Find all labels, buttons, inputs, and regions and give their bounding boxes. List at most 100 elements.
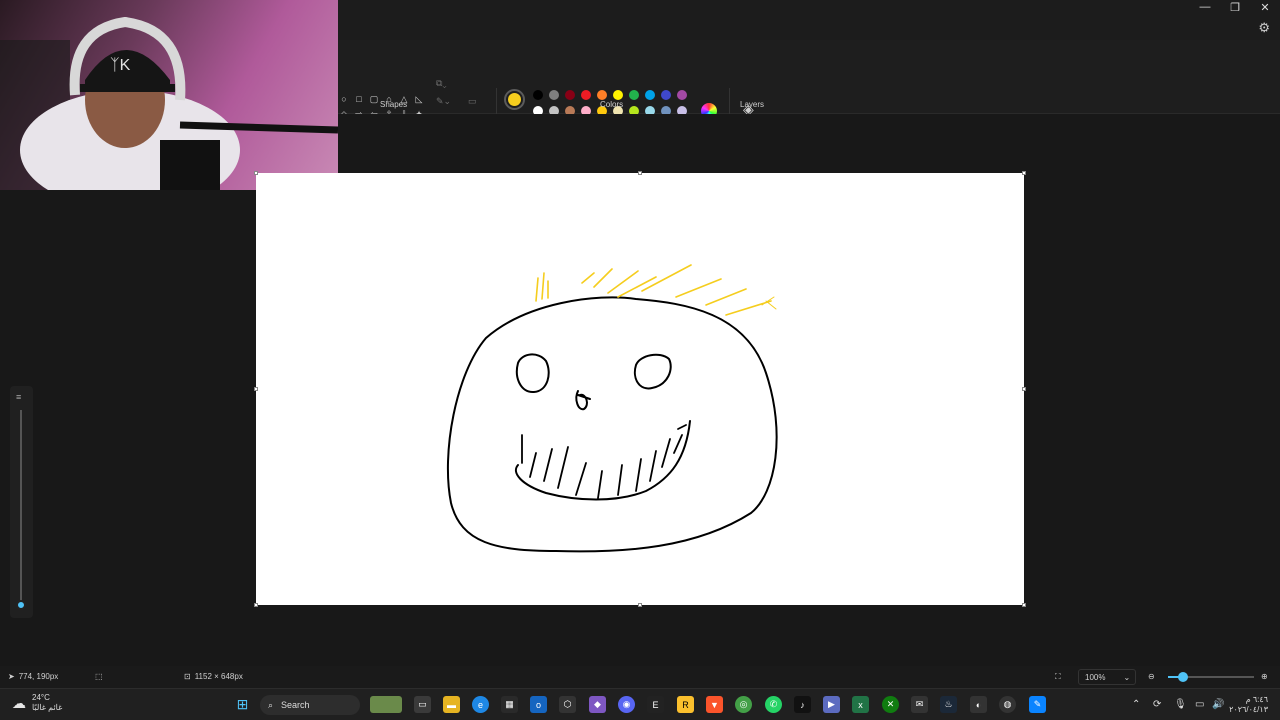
drawing: [446, 264, 778, 553]
cursor-icon: ➤: [8, 672, 15, 681]
zoom-dropdown[interactable]: 100% ⌄: [1078, 669, 1136, 685]
resize-handle[interactable]: [254, 387, 258, 391]
shape-style-icon[interactable]: ▭: [468, 96, 477, 107]
color-swatch[interactable]: [613, 90, 623, 100]
hair-strokes: [535, 264, 777, 316]
color-swatch[interactable]: [677, 90, 687, 100]
brave-icon[interactable]: ▼: [706, 696, 723, 713]
color-swatch[interactable]: [549, 90, 559, 100]
weather-widget[interactable]: ☁ 24°C غائم غالبًا: [12, 693, 62, 713]
epic-games-icon[interactable]: E: [647, 696, 664, 713]
canvas-size-value: 1152 × 648px: [194, 672, 243, 681]
streamer-figure: ᛉK: [0, 16, 338, 190]
resize-handle[interactable]: [1022, 603, 1026, 607]
copilot-icon[interactable]: ◆: [589, 696, 606, 713]
zoom-in-icon[interactable]: ⊕: [1261, 672, 1268, 681]
file-explorer-icon[interactable]: ▬: [443, 696, 460, 713]
paint-icon[interactable]: ✎: [1029, 696, 1046, 713]
chevron-up-icon[interactable]: ⌃: [1132, 699, 1140, 710]
mail-icon[interactable]: ✉: [911, 696, 928, 713]
close-button[interactable]: ✕: [1250, 0, 1280, 14]
search-highlight-icon[interactable]: [370, 696, 402, 713]
chevron-down-icon: ⌄: [1123, 672, 1131, 682]
svg-text:ᛉK: ᛉK: [110, 57, 131, 74]
window-controls: — ❐ ✕: [1190, 0, 1280, 14]
shape-option[interactable]: ▢: [367, 92, 381, 106]
outlook-icon[interactable]: o: [530, 696, 547, 713]
status-bar: ➤ 774, 190px ⬚ ⊡ 1152 × 648px ⛶ 100% ⌄ ⊖…: [0, 666, 1280, 688]
brush-size-slider[interactable]: ≡: [10, 386, 33, 618]
resize-handle[interactable]: [1022, 387, 1026, 391]
steam-icon[interactable]: ♨: [940, 696, 957, 713]
fit-to-window-icon[interactable]: ⛶: [1055, 672, 1061, 682]
weather-description: غائم غالبًا: [32, 703, 63, 712]
restore-button[interactable]: ❐: [1220, 0, 1250, 14]
drawing-canvas[interactable]: [256, 173, 1024, 605]
search-icon: ⌕: [268, 699, 274, 710]
primary-color-swatch: [508, 93, 521, 106]
whatsapp-icon[interactable]: ✆: [765, 696, 782, 713]
shape-option[interactable]: ◺: [412, 92, 426, 106]
windows-start-icon[interactable]: ⊞: [234, 696, 251, 713]
clock-date: ٢٠٢٦/٠٤/١٣: [1229, 705, 1268, 714]
canvas-size: ⊡ 1152 × 648px: [184, 672, 243, 681]
media-player-icon[interactable]: ▶: [823, 696, 840, 713]
resize-handle[interactable]: [638, 603, 642, 607]
resize-handle[interactable]: [1022, 171, 1026, 175]
search-label: Search: [281, 700, 310, 710]
excel-icon[interactable]: x: [852, 696, 869, 713]
canvas-size-icon: ⊡: [184, 672, 191, 681]
color-swatch[interactable]: [533, 90, 543, 100]
resize-handle[interactable]: [638, 171, 642, 175]
edge-icon[interactable]: e: [472, 696, 489, 713]
slider-track: [20, 410, 22, 605]
app-icon[interactable]: ⬡: [559, 696, 576, 713]
store-icon[interactable]: ▦: [501, 696, 518, 713]
microphone-icon[interactable]: 🎙: [1174, 699, 1187, 710]
capcut-icon[interactable]: ◐: [970, 696, 987, 713]
colors-group-label: Colors: [600, 100, 624, 109]
clock[interactable]: ٦:٤٦ م ٢٠٢٦/٠٤/١٣: [1229, 695, 1268, 715]
shape-option[interactable]: ○: [337, 92, 351, 106]
zoom-slider[interactable]: [1168, 672, 1254, 682]
selection-icon: ⬚: [95, 672, 103, 681]
webcam-overlay: ᛉK: [0, 0, 338, 190]
tiktok-icon[interactable]: ♪: [794, 696, 811, 713]
color-swatch[interactable]: [565, 90, 575, 100]
cursor-position: ➤ 774, 190px: [8, 672, 58, 681]
speaker-icon[interactable]: 🔊: [1212, 699, 1224, 710]
color-swatch[interactable]: [661, 90, 671, 100]
shape-option[interactable]: □: [352, 92, 366, 106]
taskbar-search[interactable]: ⌕ Search: [260, 695, 360, 715]
color-swatch[interactable]: [645, 90, 655, 100]
outline-icon[interactable]: ✎⌄: [436, 96, 451, 107]
sync-icon[interactable]: ⟳: [1153, 699, 1161, 710]
resize-handle[interactable]: [254, 171, 258, 175]
minimize-button[interactable]: —: [1190, 0, 1220, 14]
resize-handle[interactable]: [254, 603, 258, 607]
zoom-value: 100%: [1085, 672, 1106, 682]
network-icon[interactable]: ▭: [1195, 699, 1204, 710]
color-swatch[interactable]: [581, 90, 591, 100]
task-view-icon[interactable]: ▭: [414, 696, 431, 713]
taskbar: ☁ 24°C غائم غالبًا ⊞ ⌕ Search ▭ ▬ e ▦ o …: [0, 688, 1280, 720]
slider-thumb[interactable]: [16, 600, 26, 610]
cursor-position-value: 774, 190px: [18, 672, 59, 681]
clock-time: ٦:٤٦ م: [1245, 695, 1268, 704]
zoom-out-icon[interactable]: ⊖: [1148, 672, 1155, 681]
xbox-icon[interactable]: ✕: [882, 696, 899, 713]
discord-icon[interactable]: ◉: [618, 696, 635, 713]
fill-icon[interactable]: ⧉⌄: [436, 78, 447, 89]
chrome-icon[interactable]: ◎: [735, 696, 752, 713]
color-swatch[interactable]: [597, 90, 607, 100]
primary-color-button[interactable]: [504, 89, 525, 110]
face-drawing: [446, 296, 778, 553]
gear-icon[interactable]: ⚙: [1258, 20, 1270, 36]
zoom-slider-thumb[interactable]: [1178, 672, 1189, 682]
cloud-icon: ☁: [12, 694, 26, 711]
rockstar-icon[interactable]: R: [677, 696, 694, 713]
temperature: 24°C: [32, 693, 50, 702]
obs-icon[interactable]: ◍: [999, 696, 1016, 713]
shapes-group-label: Shapes: [380, 100, 408, 109]
color-swatch[interactable]: [629, 90, 639, 100]
